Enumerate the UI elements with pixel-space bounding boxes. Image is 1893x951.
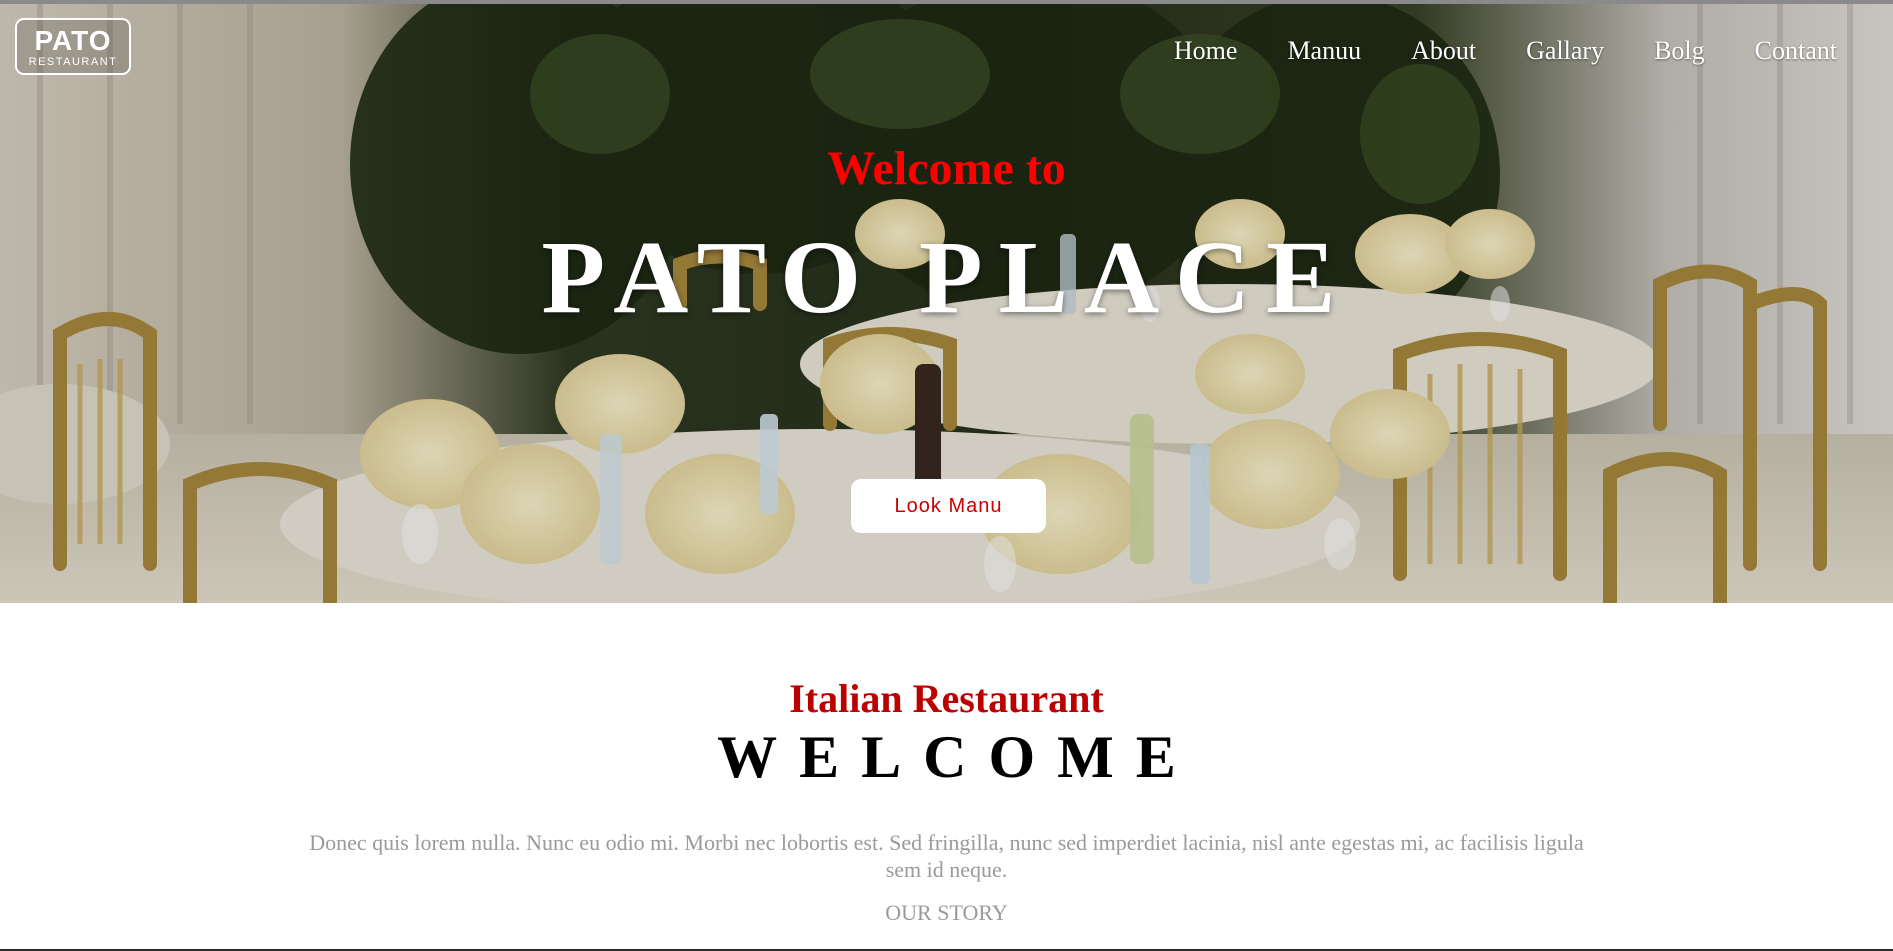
nav-item-about[interactable]: About [1411, 34, 1476, 68]
section-description: Donec quis lorem nulla. Nunc eu odio mi.… [309, 830, 1584, 882]
hero-kicker: Welcome to [827, 142, 1066, 195]
brand-logo[interactable]: PATO RESTAURANT [15, 18, 131, 75]
our-story-link[interactable]: OUR STORY [0, 899, 1893, 927]
hero-banner: PATO RESTAURANT Home Manuu About Gallary… [0, 4, 1893, 603]
main-navigation: Home Manuu About Gallary Bolg Contant [1124, 34, 1837, 68]
logo-tagline: RESTAURANT [28, 56, 118, 68]
nav-item-home[interactable]: Home [1174, 34, 1238, 68]
look-menu-button[interactable]: Look Manu [851, 479, 1046, 533]
nav-item-gallery[interactable]: Gallary [1526, 34, 1604, 68]
section-kicker: Italian Restaurant [789, 676, 1104, 721]
nav-item-contact[interactable]: Contant [1755, 34, 1837, 68]
section-title: WELCOME [717, 724, 1198, 790]
nav-item-menu[interactable]: Manuu [1287, 34, 1361, 68]
hero-title: PATO PLACE [541, 220, 1352, 335]
nav-item-blog[interactable]: Bolg [1654, 34, 1705, 68]
logo-wordmark: PATO [34, 25, 112, 56]
